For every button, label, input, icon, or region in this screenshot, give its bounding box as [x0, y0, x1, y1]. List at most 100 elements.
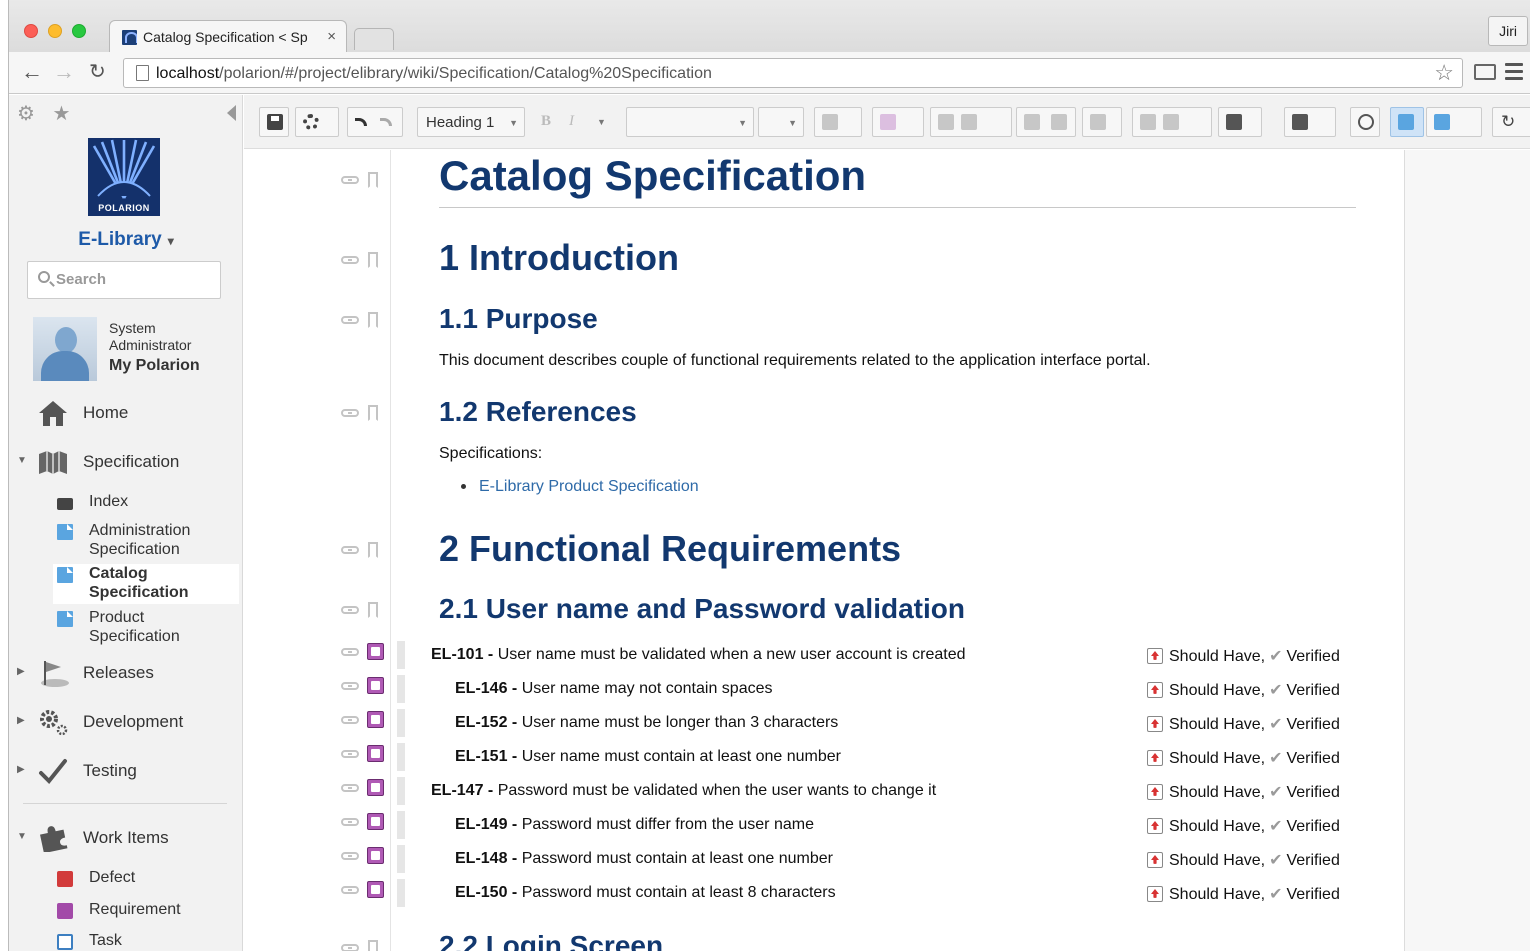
redo-icon[interactable]: [380, 118, 392, 126]
sidebar-item-home[interactable]: Home: [9, 398, 243, 428]
gutter-heading[interactable]: [341, 310, 385, 330]
gutter-requirement[interactable]: [341, 676, 385, 696]
font-size-select[interactable]: ▼: [758, 107, 804, 137]
sidebar-item-releases[interactable]: ▶ Releases: [9, 658, 243, 688]
expanded-arrow-icon[interactable]: ▼: [17, 831, 27, 842]
purpose-text[interactable]: This document describes couple of functi…: [439, 352, 1151, 370]
sidebar-item-testing[interactable]: ▶ Testing: [9, 756, 243, 786]
gutter-requirement[interactable]: [341, 846, 385, 866]
sidebar-item-requirement[interactable]: Requirement: [53, 900, 239, 922]
requirement-row[interactable]: EL-151 - User name must contain at least…: [455, 748, 841, 766]
outline-view-button[interactable]: [1426, 107, 1482, 137]
gutter-heading[interactable]: [341, 403, 385, 423]
gutter-heading[interactable]: [341, 600, 385, 620]
heading-purpose[interactable]: 1.1 Purpose: [439, 303, 598, 335]
document-title[interactable]: Catalog Specification: [439, 152, 866, 200]
url-field[interactable]: localhost/polarion/#/project/elibrary/wi…: [123, 58, 1463, 88]
my-polarion-link[interactable]: My Polarion: [109, 357, 200, 375]
sidebar-item-development[interactable]: ▶ Development: [9, 707, 243, 737]
expanded-arrow-icon[interactable]: ▼: [17, 455, 27, 466]
tab-close-icon[interactable]: ×: [327, 28, 336, 45]
document-view-button[interactable]: [1390, 107, 1424, 137]
gutter-requirement[interactable]: [341, 744, 385, 764]
requirement-row[interactable]: EL-149 - Password must differ from the u…: [455, 816, 814, 834]
zoom-window-button[interactable]: [72, 24, 86, 38]
save-button[interactable]: [259, 107, 289, 137]
gutter-requirement[interactable]: [341, 812, 385, 832]
clear-format-button[interactable]: [814, 107, 862, 137]
search-input[interactable]: [56, 271, 206, 288]
paragraph-style-select[interactable]: Heading 1 ▼: [417, 107, 525, 137]
bold-italic-buttons[interactable]: B I ▼: [535, 107, 615, 137]
collapsed-arrow-icon[interactable]: ▶: [17, 764, 25, 775]
browser-tab[interactable]: Catalog Specification < Sp ×: [109, 20, 347, 52]
reload-icon[interactable]: ↻: [89, 60, 106, 84]
heading-username-password[interactable]: 2.1 User name and Password validation: [439, 593, 965, 625]
italic-icon[interactable]: I: [569, 113, 574, 130]
requirement-row[interactable]: EL-147 - Password must be validated when…: [431, 782, 936, 800]
indent-icon[interactable]: [1051, 114, 1067, 130]
collapse-sidebar-icon[interactable]: [227, 105, 236, 121]
requirement-row[interactable]: EL-150 - Password must contain at least …: [455, 884, 836, 902]
requirement-row[interactable]: EL-146 - User name may not contain space…: [455, 680, 773, 698]
indent-buttons[interactable]: [1016, 107, 1076, 137]
requirement-row[interactable]: EL-101 - User name must be validated whe…: [431, 646, 966, 664]
gutter-requirement[interactable]: [341, 642, 385, 662]
settings-button[interactable]: [295, 107, 339, 137]
forward-arrow-icon[interactable]: →: [53, 60, 75, 84]
undo-redo-buttons[interactable]: [347, 107, 403, 137]
close-window-button[interactable]: [24, 24, 38, 38]
sidebar-item-specification[interactable]: ▼ Specification: [9, 447, 243, 477]
heading-introduction[interactable]: 1 Introduction: [439, 237, 679, 279]
gutter-requirement[interactable]: [341, 778, 385, 798]
references-text[interactable]: Specifications:: [439, 445, 542, 463]
list-buttons[interactable]: [930, 107, 1012, 137]
bold-icon[interactable]: B: [541, 113, 551, 130]
sidebar-item-work-items[interactable]: ▼ Work Items: [9, 823, 243, 853]
gutter-heading[interactable]: [341, 540, 385, 560]
favorite-star-icon[interactable]: ★: [53, 103, 71, 125]
sidebar-item-index[interactable]: Index: [53, 492, 239, 514]
bulleted-list-icon[interactable]: [961, 114, 977, 130]
avatar[interactable]: [33, 317, 97, 381]
font-family-select[interactable]: ▼: [626, 107, 754, 137]
sidebar-item-defect[interactable]: Defect: [53, 868, 239, 890]
layout-button[interactable]: [1284, 107, 1336, 137]
insert-work-item-button[interactable]: [872, 107, 924, 137]
insert-comment-image-buttons[interactable]: [1132, 107, 1212, 137]
outdent-icon[interactable]: [1024, 114, 1040, 130]
insert-table-button[interactable]: [1218, 107, 1262, 137]
heading-references[interactable]: 1.2 References: [439, 396, 637, 428]
profile-button[interactable]: Jiri: [1488, 16, 1528, 46]
bookmark-star-icon[interactable]: ☆: [1434, 60, 1454, 86]
heading-functional-requirements[interactable]: 2 Functional Requirements: [439, 528, 901, 570]
gutter-heading[interactable]: [341, 250, 385, 270]
undo-icon[interactable]: [355, 118, 367, 126]
gutter-heading[interactable]: [341, 938, 385, 951]
requirement-row[interactable]: EL-148 - Password must contain at least …: [455, 850, 833, 868]
sidebar-item-task[interactable]: Task: [53, 931, 239, 951]
chevron-down-icon[interactable]: ▼: [597, 117, 606, 127]
sidebar-item-administration-specification[interactable]: Administration Specification: [53, 521, 239, 561]
sidebar-item-product-specification[interactable]: Product Specification: [53, 608, 239, 648]
new-tab-button[interactable]: [354, 28, 394, 50]
comment-icon[interactable]: [1140, 114, 1156, 130]
sidebar-item-catalog-specification[interactable]: Catalog Specification: [53, 564, 239, 604]
gutter-requirement[interactable]: [341, 710, 385, 730]
alignment-button[interactable]: [1082, 107, 1122, 137]
numbered-list-icon[interactable]: [938, 114, 954, 130]
requirement-row[interactable]: EL-152 - User name must be longer than 3…: [455, 714, 838, 732]
collapsed-arrow-icon[interactable]: ▶: [17, 715, 25, 726]
sidebar-search[interactable]: [27, 261, 221, 299]
project-selector[interactable]: E-Library ▾: [9, 229, 243, 251]
back-arrow-icon[interactable]: ←: [21, 60, 43, 84]
minimize-window-button[interactable]: [48, 24, 62, 38]
gear-icon[interactable]: ⚙: [17, 103, 35, 125]
reference-link[interactable]: E-Library Product Specification: [479, 478, 699, 495]
cast-icon[interactable]: [1474, 64, 1496, 80]
image-icon[interactable]: [1163, 114, 1179, 130]
gutter-requirement[interactable]: [341, 880, 385, 900]
collapsed-arrow-icon[interactable]: ▶: [17, 666, 25, 677]
hamburger-menu-icon[interactable]: [1505, 63, 1523, 81]
heading-login-screen[interactable]: 2.2 Login Screen: [439, 930, 663, 951]
